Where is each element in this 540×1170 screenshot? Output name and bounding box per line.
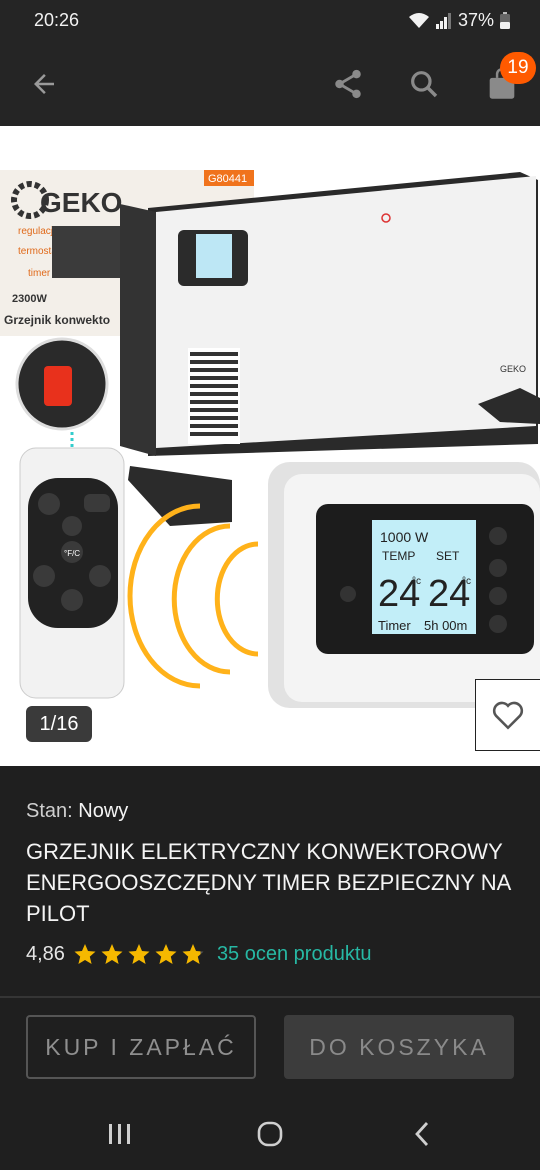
home-icon (257, 1121, 283, 1147)
heater-vent (188, 348, 240, 444)
cart-count-badge: 19 (500, 52, 536, 84)
share-button[interactable] (326, 62, 370, 106)
buy-now-button[interactable]: KUP I ZAPŁAĆ (26, 1015, 256, 1079)
star-icon (101, 944, 123, 964)
rating-stars (73, 942, 205, 966)
battery-icon (500, 12, 510, 29)
product-image: G80441 GEKO regulacja termostat timer 23… (0, 170, 540, 708)
battery-text: 37% (457, 10, 494, 30)
brand-logo: GEKO (40, 187, 122, 218)
status-icons: 37% (408, 10, 510, 31)
product-image-gallery[interactable]: G80441 GEKO regulacja termostat timer 23… (0, 126, 540, 766)
star-half-icon (182, 944, 204, 964)
feature-3: timer (28, 268, 51, 279)
display-set-unit: °c (462, 576, 471, 587)
display-temp-label: TEMP (382, 549, 415, 563)
wifi-icon (408, 12, 430, 30)
condition-label: Stan: (26, 800, 73, 822)
model-code: G80441 (208, 173, 247, 185)
remote-unit-label: °F/C (64, 549, 80, 558)
product-info: Stan: Nowy GRZEJNIK ELEKTRYCZNY KONWEKTO… (0, 766, 540, 998)
recent-apps-icon (109, 1124, 130, 1144)
action-bar: KUP I ZAPŁAĆ DO KOSZYKA (0, 998, 540, 1094)
cart-button[interactable]: 19 (480, 52, 536, 106)
display-set-label: SET (436, 549, 460, 563)
star-icon (74, 944, 96, 964)
home-button[interactable] (250, 1114, 290, 1154)
power-label: 2300W (12, 293, 47, 305)
chevron-left-icon (415, 1122, 429, 1146)
toolbar: 19 (0, 42, 540, 126)
product-title: GRZEJNIK ELEKTRYCZNY KONWEKTOROWY ENERGO… (26, 839, 511, 926)
status-bar: 20:26 37% (0, 0, 540, 42)
ratings-link[interactable]: 35 ocen produktu (217, 943, 372, 966)
box-caption: Grzejnik konwekto (4, 313, 110, 327)
heart-icon (492, 701, 524, 730)
svg-text:GEKO: GEKO (500, 364, 526, 374)
rating-value: 4,86 (26, 942, 65, 965)
condition: Stan: Nowy (26, 800, 128, 823)
image-counter: 1/16 (26, 706, 92, 742)
recent-apps-button[interactable] (100, 1114, 140, 1154)
favorite-button[interactable] (475, 679, 540, 751)
share-icon (335, 69, 361, 99)
system-nav-bar (0, 1094, 540, 1170)
status-time: 20:26 (34, 10, 80, 30)
display-timer-label: Timer (378, 618, 411, 633)
back-button[interactable] (22, 62, 66, 106)
condition-value: Nowy (78, 800, 129, 822)
arrow-left-icon (34, 74, 54, 94)
search-icon (411, 71, 438, 98)
system-back-button[interactable] (402, 1114, 442, 1154)
display-temp-unit: °c (412, 576, 421, 587)
star-icon (155, 944, 177, 964)
product-rating: 4,86 35 ocen produktu (26, 942, 372, 966)
search-button[interactable] (402, 62, 446, 106)
display-timer-value: 5h 00m (424, 618, 467, 633)
star-icon (128, 944, 150, 964)
add-to-cart-button[interactable]: DO KOSZYKA (284, 1015, 514, 1079)
display-watts: 1000 W (380, 529, 429, 545)
signal-icon (435, 12, 452, 29)
